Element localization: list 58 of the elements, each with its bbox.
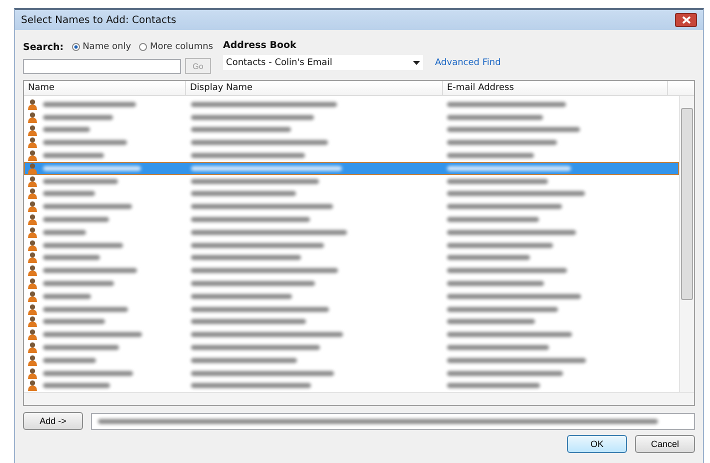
redacted-text [43, 319, 105, 324]
contact-icon [28, 162, 37, 174]
contact-icon [28, 137, 37, 148]
close-icon [682, 16, 690, 24]
radio-button[interactable] [72, 43, 80, 51]
redacted-text [43, 230, 86, 235]
redacted-text [43, 281, 114, 286]
contact-icon [28, 304, 37, 315]
radio-button[interactable] [139, 43, 148, 51]
redacted-text [43, 294, 91, 299]
advanced-find-link[interactable]: Advanced Find [435, 58, 501, 68]
contact-icon [28, 342, 37, 354]
redacted-text [43, 153, 104, 158]
radio-option[interactable]: Name only [72, 42, 132, 52]
contact-icon [28, 316, 37, 328]
close-button[interactable] [675, 13, 697, 27]
contact-icon [28, 150, 37, 162]
dialog-button[interactable]: Cancel [635, 435, 695, 453]
address-book-label: Address Book [223, 40, 296, 51]
contact-icon [28, 290, 37, 302]
contact-icon [28, 98, 37, 110]
vertical-scrollbar[interactable] [679, 96, 694, 392]
contact-icon [28, 265, 37, 276]
redacted-text [43, 191, 95, 196]
contact-icon [28, 188, 37, 200]
address-book-dropdown[interactable]: Contacts - Colin's Email [223, 55, 424, 70]
column-header[interactable]: E-mail Address [443, 81, 668, 95]
contact-icon [28, 252, 37, 264]
column-header[interactable]: Display Name [186, 81, 443, 95]
contact-icon [28, 124, 37, 136]
column-header[interactable]: Name [24, 81, 186, 95]
contact-icon [28, 112, 37, 123]
redacted-text [43, 358, 96, 363]
contact-icon [28, 176, 37, 187]
contact-icon [28, 329, 37, 340]
search-label: Search: [23, 42, 64, 52]
redacted-text [43, 127, 90, 132]
window-title: Select Names to Add: Contacts [21, 14, 176, 26]
contact-icon [28, 380, 37, 392]
contact-icon [28, 214, 37, 226]
dropdown-caret-icon [413, 60, 420, 64]
contact-icon [28, 368, 37, 379]
redacted-text [43, 114, 113, 120]
contact-icon [28, 240, 37, 251]
search-field[interactable] [23, 58, 181, 74]
contact-icon [28, 278, 37, 290]
contact-icon [28, 226, 37, 238]
contact-icon [28, 354, 37, 366]
recipients-field[interactable] [91, 412, 695, 430]
contact-icon [28, 201, 37, 212]
horizontal-scrollbar[interactable] [24, 392, 694, 405]
redacted-text [43, 383, 110, 388]
add-button[interactable]: Add -> [23, 412, 83, 430]
dialog-button[interactable]: OK [567, 435, 627, 453]
redacted-text [43, 217, 109, 222]
radio-option[interactable]: More columns [139, 42, 214, 52]
contact-row[interactable] [24, 162, 679, 175]
redacted-text [43, 255, 100, 260]
